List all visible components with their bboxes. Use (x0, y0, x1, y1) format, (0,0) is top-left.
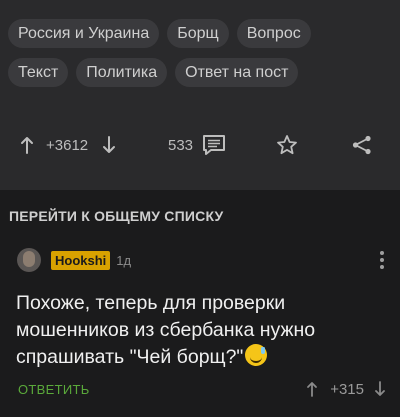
tag-list: Россия и Украина Борщ Вопрос Текст Полит… (8, 19, 392, 97)
more-options-icon[interactable] (380, 251, 384, 269)
arrow-down-icon (103, 136, 115, 153)
kebab-dot (380, 251, 384, 255)
tag-reply-to-post[interactable]: Ответ на пост (175, 58, 299, 87)
share-icon (352, 135, 371, 155)
comment-header: Hookshi 1д (17, 247, 131, 273)
post-upvote-button[interactable] (20, 128, 34, 162)
arrow-down-icon[interactable] (374, 381, 386, 397)
post-comments-button[interactable] (202, 128, 226, 162)
arrow-up-icon (21, 137, 33, 154)
go-to-all-comments-link[interactable]: ПЕРЕЙТИ К ОБЩЕМУ СПИСКУ (9, 208, 223, 224)
kebab-dot (380, 258, 384, 262)
tag-question[interactable]: Вопрос (236, 19, 311, 48)
post-rating: +3612 (46, 136, 89, 154)
comment-body: Похоже, теперь для проверки мошенников и… (16, 290, 386, 371)
tag-row: Россия и Украина Борщ Вопрос (8, 19, 392, 48)
comment-text: Похоже, теперь для проверки мошенников и… (16, 292, 316, 368)
post-actions: +3612 533 (0, 128, 400, 162)
comment-time: 1д (116, 252, 132, 268)
tag-text[interactable]: Текст (8, 58, 69, 87)
post-downvote-button[interactable] (102, 128, 116, 162)
tag-borsch[interactable]: Борщ (167, 19, 229, 48)
comment-votes: +315 (306, 378, 386, 400)
post-save-button[interactable] (276, 128, 298, 162)
kebab-dot (380, 265, 384, 269)
avatar[interactable] (17, 248, 41, 272)
comment-rating: +315 (330, 380, 364, 398)
post-share-button[interactable] (351, 128, 373, 162)
reply-button[interactable]: ОТВЕТИТЬ (18, 382, 90, 397)
comments-icon (203, 135, 225, 155)
star-icon (277, 135, 297, 155)
tag-russia-ukraine[interactable]: Россия и Украина (8, 19, 160, 48)
comment-username[interactable]: Hookshi (51, 250, 111, 270)
arrow-up-icon[interactable] (306, 381, 318, 397)
tag-row: Текст Политика Ответ на пост (8, 58, 392, 87)
tag-politics[interactable]: Политика (76, 58, 168, 87)
post-card: Россия и Украина Борщ Вопрос Текст Полит… (0, 0, 400, 190)
sweat-smile-emoji-icon (245, 344, 268, 366)
post-comments-count: 533 (168, 136, 194, 154)
